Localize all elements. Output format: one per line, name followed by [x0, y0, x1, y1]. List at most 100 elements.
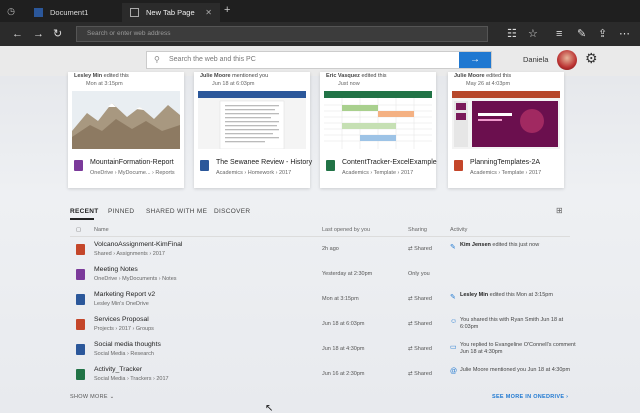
- document-card[interactable]: Eric Vasquez edited this Just now Conten…: [320, 72, 437, 188]
- card-action: edited this: [103, 73, 129, 79]
- file-name: Meeting Notes: [94, 266, 138, 273]
- last-opened: Mon at 3:15pm: [322, 296, 359, 302]
- activity: Kim Jensen edited this just now: [460, 242, 580, 249]
- card-path: Academics › Homework › 2017: [216, 170, 292, 176]
- card-name: ContentTracker-ExcelExample: [342, 159, 437, 166]
- activity-text: Julie Moore mentioned you Jun 18 at 4:30…: [460, 367, 571, 373]
- table-row[interactable]: Services Proposal Projects › 2017 › Grou…: [70, 313, 570, 338]
- card-path: Academics › Template › 2017: [342, 170, 414, 176]
- close-tab-icon[interactable]: ✕: [205, 3, 212, 22]
- address-placeholder: Search or enter web address: [87, 30, 171, 37]
- divider: [70, 236, 570, 237]
- card-time: Just now: [338, 81, 360, 87]
- mouse-cursor-icon: ↖: [265, 403, 274, 413]
- sharing-status: ⇄ Shared: [408, 296, 432, 302]
- forward-icon[interactable]: →: [33, 27, 44, 41]
- card-name: MountainFormation-Report: [90, 159, 174, 166]
- history-icon[interactable]: ◷: [6, 6, 16, 16]
- powerpoint-icon: [454, 160, 463, 171]
- file-name: Activity_Tracker: [94, 366, 143, 373]
- activity-text: You replied to Evangeline O'Connell's co…: [460, 342, 576, 355]
- table-row[interactable]: Activity_Tracker Social Media › Trackers…: [70, 363, 570, 388]
- reading-view-icon[interactable]: ☷: [507, 27, 517, 41]
- last-opened: Jun 18 at 4:30pm: [322, 346, 365, 352]
- address-bar[interactable]: Search or enter web address: [76, 26, 488, 42]
- avatar[interactable]: [557, 50, 577, 70]
- excel-icon: [326, 160, 335, 171]
- document-card[interactable]: Lesley Min edited this Mon at 3:15pm Mou…: [68, 72, 184, 188]
- table-row[interactable]: Marketing Report v2 Lesley Min's OneDriv…: [70, 288, 570, 313]
- activity-text: You shared this with Ryan Smith Jun 18 a…: [460, 317, 564, 330]
- people-icon: ☺: [450, 318, 458, 325]
- sharing-status: ⇄ Shared: [408, 346, 432, 352]
- refresh-icon[interactable]: ↻: [53, 27, 62, 41]
- word-icon: [200, 160, 209, 171]
- column-activity: Activity: [450, 227, 468, 233]
- activity: Lesley Min edited this Mon at 3:15pm: [460, 292, 580, 299]
- share-icon[interactable]: ⇪: [598, 27, 607, 41]
- card-path: Academics › Template › 2017: [470, 170, 542, 176]
- search-go-button[interactable]: →: [459, 52, 491, 68]
- card-path: OneDrive › MyDocume... › Reports: [90, 170, 175, 176]
- mention-icon: @: [450, 368, 458, 375]
- hub-icon[interactable]: ≡: [556, 27, 562, 41]
- last-opened: 2h ago: [322, 246, 339, 252]
- sharing-status: ⇄ Shared: [408, 321, 432, 327]
- card-user: Julie Moore: [200, 73, 231, 79]
- notes-icon[interactable]: ✎: [577, 27, 586, 41]
- tab-recent[interactable]: RECENT: [70, 208, 99, 215]
- card-name: PlanningTemplates-2A: [470, 159, 541, 166]
- card-user: Lesley Min: [74, 73, 103, 79]
- card-action: edited this: [361, 73, 387, 79]
- card-time: Mon at 3:15pm: [86, 81, 123, 87]
- tab-discover[interactable]: DISCOVER: [214, 208, 250, 215]
- tab-pinned[interactable]: PINNED: [108, 208, 134, 215]
- document-card[interactable]: Julie Moore mentioned you Jun 18 at 6:03…: [194, 72, 312, 188]
- file-path: Projects › 2017 › Groups: [94, 326, 154, 332]
- file-path: Lesley Min's OneDrive: [94, 301, 149, 307]
- file-path: Social Media › Trackers › 2017: [94, 376, 169, 382]
- document-card[interactable]: Julie Moore edited this May 26 at 4:03pm…: [448, 72, 564, 188]
- search-input[interactable]: Search the web and this PC: [169, 56, 256, 63]
- back-icon[interactable]: ←: [12, 27, 23, 41]
- show-more-link[interactable]: SHOW MORE ⌄: [70, 394, 115, 400]
- gear-icon[interactable]: ⚙: [585, 50, 598, 67]
- search-box[interactable]: ⚲ Search the web and this PC →: [146, 51, 492, 69]
- edit-icon: ✎: [450, 294, 456, 301]
- tab-new-tab-page[interactable]: New Tab Page ✕: [122, 3, 220, 22]
- navigation-bar: ← → ↻ Search or enter web address ☷ ☆ ≡ …: [0, 22, 640, 46]
- last-opened: Jun 18 at 6:03pm: [322, 321, 365, 327]
- word-icon: [76, 294, 85, 305]
- table-row[interactable]: Social media thoughts Social Media › Res…: [70, 338, 576, 363]
- see-more-onedrive-link[interactable]: SEE MORE IN ONEDRIVE ›: [492, 394, 568, 400]
- table-row[interactable]: VolcanoAssignment-KimFinal Shared › Assi…: [70, 238, 570, 263]
- grid-view-icon[interactable]: ⊞: [556, 206, 563, 215]
- word-icon: [34, 8, 43, 17]
- file-path: OneDrive › MyDocuments › Notes: [94, 276, 177, 282]
- active-tab-indicator: [70, 218, 94, 220]
- more-icon[interactable]: ⋯: [619, 27, 630, 41]
- card-time: May 26 at 4:03pm: [466, 81, 511, 87]
- table-row[interactable]: Meeting Notes OneDrive › MyDocuments › N…: [70, 263, 570, 288]
- file-path: Shared › Assignments › 2017: [94, 251, 165, 257]
- tab-shared-with-me[interactable]: SHARED WITH ME: [146, 208, 207, 215]
- new-tab-button[interactable]: +: [224, 4, 230, 16]
- card-user: Julie Moore: [454, 73, 485, 79]
- last-opened: Yesterday at 2:30pm: [322, 271, 373, 277]
- header-file-icon: ▢: [76, 227, 82, 233]
- sharing-status: ⇄ Shared: [408, 371, 432, 377]
- sharing-label: Shared: [414, 296, 432, 302]
- column-name[interactable]: Name: [94, 227, 109, 233]
- tab-document1[interactable]: Document1: [26, 3, 122, 22]
- file-name: VolcanoAssignment-KimFinal: [94, 241, 183, 248]
- sharing-status: ⇄ Shared: [408, 246, 432, 252]
- column-last-opened[interactable]: Last opened by you: [322, 227, 370, 233]
- activity-text: edited this Mon at 3:15pm: [488, 292, 553, 298]
- file-name: Marketing Report v2: [94, 291, 156, 298]
- activity-text: edited this just now: [490, 242, 540, 248]
- powerpoint-icon: [76, 319, 85, 330]
- browser-tab-bar: ◷ Document1 New Tab Page ✕ +: [0, 0, 640, 22]
- favorite-star-icon[interactable]: ☆: [528, 27, 538, 41]
- card-action: edited this: [486, 73, 512, 79]
- sharing-status: Only you: [408, 271, 430, 277]
